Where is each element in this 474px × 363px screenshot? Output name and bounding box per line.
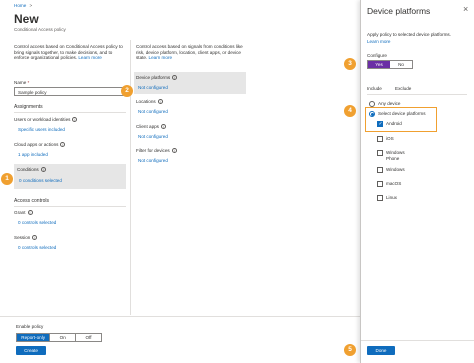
checkbox-windows[interactable]	[377, 167, 383, 173]
enable-policy-toggle: Report-only On Off	[16, 333, 102, 342]
breadcrumb-home[interactable]: Home	[14, 3, 26, 8]
radio-select-platforms[interactable]	[369, 111, 375, 117]
apps-value-link[interactable]: 1 app included	[18, 152, 48, 158]
checkbox-macos[interactable]	[377, 181, 383, 187]
filter-devices-value-link[interactable]: Not configured	[138, 158, 168, 164]
conditions-value-link[interactable]: 0 conditions selected	[19, 178, 62, 184]
info-icon[interactable]: i	[171, 148, 177, 154]
info-icon[interactable]: i	[32, 235, 38, 241]
panel-description: Apply policy to selected device platform…	[367, 32, 452, 37]
breadcrumb-separator: >	[29, 3, 33, 8]
device-platforms-row[interactable]: Device platforms i Not configured	[134, 72, 246, 94]
toggle-report-only[interactable]: Report-only	[17, 334, 50, 341]
panel-learn-more-link[interactable]: Learn more	[367, 39, 391, 45]
client-apps-value-link[interactable]: Not configured	[138, 134, 168, 140]
locations-value-link[interactable]: Not configured	[138, 109, 168, 115]
radio-any-device-label: Any device	[378, 101, 401, 106]
locations-label-text: Locations	[136, 99, 156, 104]
linux-label: Linux	[386, 195, 397, 200]
done-button[interactable]: Done	[367, 346, 395, 355]
info-icon[interactable]: i	[72, 117, 78, 123]
name-field-label: Name *	[14, 80, 29, 86]
page-subtitle: Conditional Access policy	[14, 27, 66, 32]
required-asterisk: *	[27, 80, 30, 85]
left-intro-text: Control access based on Conditional Acce…	[14, 44, 126, 61]
conditions-label: Conditions i	[17, 167, 46, 173]
callout-badge-3: 3	[344, 58, 356, 70]
grant-label: Grant i	[14, 210, 33, 216]
tab-exclude[interactable]: Exclude	[395, 86, 411, 92]
users-value-link[interactable]: Specific users included	[18, 127, 65, 133]
android-label: Android	[386, 121, 402, 126]
configure-toggle: Yes No	[367, 60, 413, 69]
device-platforms-panel: Device platforms × Apply policy to selec…	[360, 0, 474, 363]
configure-yes[interactable]: Yes	[368, 61, 390, 68]
radio-select-platforms-label: Select device platforms	[378, 111, 426, 116]
apps-label: Cloud apps or actions i	[14, 142, 66, 148]
conditions-row[interactable]: Conditions i 0 conditions selected	[14, 164, 126, 189]
users-label: Users or workload identities i	[14, 117, 78, 123]
info-icon[interactable]: i	[160, 124, 166, 130]
device-platforms-label-text: Device platforms	[136, 75, 171, 80]
checkbox-android[interactable]	[377, 121, 383, 127]
enable-policy-label: Enable policy	[16, 324, 44, 329]
page-title: New	[14, 12, 39, 26]
name-label-text: Name	[14, 80, 27, 85]
assignments-divider	[14, 112, 126, 113]
breadcrumb: Home >	[14, 3, 32, 9]
locations-label: Locations i	[136, 99, 163, 105]
middle-learn-more-link[interactable]: Learn more	[149, 55, 173, 60]
grant-value-link[interactable]: 0 controls selected	[18, 220, 56, 226]
access-controls-heading: Access controls	[14, 198, 50, 204]
info-icon[interactable]: i	[27, 210, 33, 216]
checkbox-linux[interactable]	[377, 195, 383, 201]
tabs-divider	[367, 94, 467, 95]
radio-dot	[371, 113, 374, 116]
apps-label-text: Cloud apps or actions	[14, 142, 59, 147]
checkbox-ios[interactable]	[377, 136, 383, 142]
access-controls-divider	[14, 206, 126, 207]
session-label-text: Session	[14, 235, 31, 240]
info-icon[interactable]: i	[172, 75, 178, 81]
close-icon[interactable]: ×	[463, 4, 468, 14]
callout-badge-1: 1	[1, 173, 13, 185]
create-button[interactable]: Create	[16, 346, 46, 355]
callout-badge-4: 4	[344, 105, 356, 117]
assignments-heading: Assignments	[14, 104, 43, 110]
toggle-on[interactable]: On	[49, 334, 75, 341]
callout-badge-2: 2	[121, 85, 133, 97]
configure-label: Configure	[367, 53, 387, 58]
middle-intro-text: Control access based on signals from con…	[136, 44, 252, 61]
name-input[interactable]: Sample policy	[14, 87, 124, 96]
policy-editor: Home > New Conditional Access policy Con…	[0, 0, 474, 363]
info-icon[interactable]: i	[40, 167, 46, 173]
configure-no[interactable]: No	[390, 61, 412, 68]
conditions-label-text: Conditions	[17, 167, 39, 172]
callout-badge-5: 5	[344, 344, 356, 356]
left-intro-description: Control access based on Conditional Acce…	[14, 44, 123, 61]
filter-devices-label-text: Filter for devices	[136, 148, 170, 153]
windows-phone-label: Windows Phone	[386, 150, 405, 161]
session-label: Session i	[14, 235, 38, 241]
left-learn-more-link[interactable]: Learn more	[78, 55, 102, 60]
checkbox-windows-phone[interactable]	[377, 150, 383, 156]
device-platforms-value-link[interactable]: Not configured	[138, 85, 168, 91]
info-icon[interactable]: i	[157, 99, 163, 105]
client-apps-label: Client apps i	[136, 124, 166, 130]
macos-label: macOS	[386, 181, 402, 186]
filter-devices-label: Filter for devices i	[136, 148, 177, 154]
toggle-off[interactable]: Off	[75, 334, 101, 341]
panel-footer-divider	[361, 340, 474, 341]
ios-label: iOS	[386, 136, 394, 141]
users-label-text: Users or workload identities	[14, 117, 71, 122]
grant-label-text: Grant	[14, 210, 26, 215]
device-platforms-label: Device platforms i	[136, 75, 178, 81]
session-value-link[interactable]: 0 controls selected	[18, 245, 56, 251]
name-input-value: Sample policy	[18, 89, 47, 95]
windows-label: Windows	[386, 167, 405, 172]
info-icon[interactable]: i	[60, 142, 66, 148]
column-divider	[130, 40, 131, 315]
panel-title: Device platforms	[367, 6, 431, 16]
client-apps-label-text: Client apps	[136, 124, 159, 129]
